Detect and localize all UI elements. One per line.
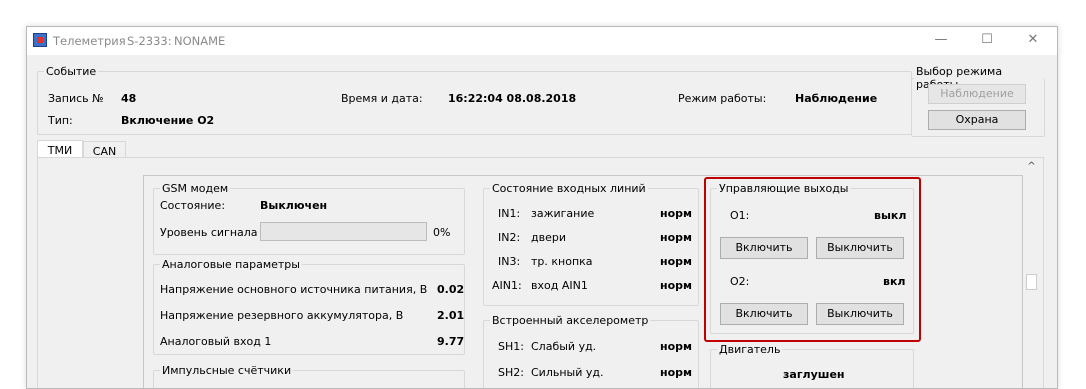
event-legend: Событие — [46, 65, 97, 78]
in1-value: норм — [660, 207, 693, 220]
o2-label: О2: — [730, 275, 750, 288]
o1-value: выкл — [874, 209, 907, 222]
record-value: 48 — [121, 92, 137, 105]
o2-off-button[interactable]: Выключить — [816, 303, 904, 325]
analog-input-1-label: Аналоговый вход 1 — [160, 335, 272, 348]
in3-value: норм — [660, 255, 693, 268]
record-label: Запись № — [48, 92, 104, 105]
signal-level-label: Уровень сигнала — [160, 226, 258, 239]
input-lines-legend: Состояние входных линий — [492, 182, 646, 195]
minimize-button[interactable]: — — [918, 27, 964, 55]
gsm-state-label: Состояние: — [160, 199, 226, 212]
accelerometer-legend: Встроенный акселерометр — [492, 314, 649, 327]
gsm-state-value: Выключен — [260, 199, 328, 212]
signal-level-bar — [260, 222, 427, 241]
o2-value: вкл — [883, 275, 906, 288]
datetime-value: 16:22:04 08.08.2018 — [448, 92, 577, 105]
o2-on-button[interactable]: Включить — [720, 303, 808, 325]
maximize-button[interactable]: ☐ — [964, 27, 1010, 55]
o1-label: О1: — [730, 209, 750, 222]
window-title: Телеметрия — [53, 34, 126, 48]
type-value: Включение О2 — [121, 114, 215, 127]
in1-label: зажигание — [531, 207, 595, 220]
in3-id: IN3: — [498, 255, 521, 268]
control-outputs-legend: Управляющие выходы — [719, 182, 849, 195]
engine-group: Двигатель — [710, 343, 914, 388]
datetime-label: Время и дата: — [341, 92, 423, 105]
device-name: NONAME — [174, 34, 226, 48]
ain1-label: вход AIN1 — [531, 279, 588, 292]
main-supply-voltage-value: 0.02 — [437, 283, 465, 296]
in2-id: IN2: — [498, 231, 521, 244]
in3-label: тр. кнопка — [531, 255, 593, 268]
backup-battery-voltage-label: Напряжение резервного аккумулятора, В — [160, 309, 404, 322]
sh1-label: Слабый уд. — [531, 340, 597, 353]
sh1-value: норм — [660, 340, 693, 353]
title-bar[interactable]: Телеметрия S-2333: NONAME — ☐ ✕ — [27, 27, 1057, 55]
telemetry-window: Телеметрия S-2333: NONAME — ☐ ✕ Событие … — [26, 26, 1058, 389]
observe-button[interactable]: Наблюдение — [928, 84, 1026, 104]
o1-on-button[interactable]: Включить — [720, 237, 808, 259]
sh1-id: SH1: — [498, 340, 524, 353]
pulse-counters-group: Импульсные счётчики — [153, 364, 465, 388]
device-id: S-2333: — [127, 34, 172, 48]
ain1-value: норм — [660, 279, 693, 292]
backup-battery-voltage-value: 2.01 — [437, 309, 465, 322]
sh2-id: SH2: — [498, 366, 524, 379]
close-button[interactable]: ✕ — [1010, 27, 1056, 55]
signal-level-value: 0% — [433, 226, 451, 239]
mode-label: Режим работы: — [678, 92, 767, 105]
engine-legend: Двигатель — [719, 343, 781, 356]
engine-state: заглушен — [783, 368, 845, 381]
gsm-group: GSM модем — [153, 182, 465, 255]
gsm-legend: GSM модем — [162, 182, 229, 195]
mode-value: Наблюдение — [795, 92, 878, 105]
ain1-id: AIN1: — [492, 279, 522, 292]
main-supply-voltage-label: Напряжение основного источника питания, … — [160, 283, 428, 296]
analog-legend: Аналоговые параметры — [162, 258, 300, 271]
in1-id: IN1: — [498, 207, 521, 220]
sh2-label: Сильный уд. — [531, 366, 604, 379]
app-icon — [33, 33, 47, 47]
o1-off-button[interactable]: Выключить — [816, 237, 904, 259]
analog-input-1-value: 9.77 — [437, 335, 465, 348]
scroll-thumb[interactable] — [1026, 274, 1037, 290]
guard-button[interactable]: Охрана — [928, 110, 1026, 130]
pulse-legend: Импульсные счётчики — [162, 364, 292, 377]
in2-value: норм — [660, 231, 693, 244]
type-label: Тип: — [48, 114, 73, 127]
sh2-value: норм — [660, 366, 693, 379]
scroll-up-icon[interactable]: ^ — [1025, 161, 1038, 172]
in2-label: двери — [531, 231, 566, 244]
